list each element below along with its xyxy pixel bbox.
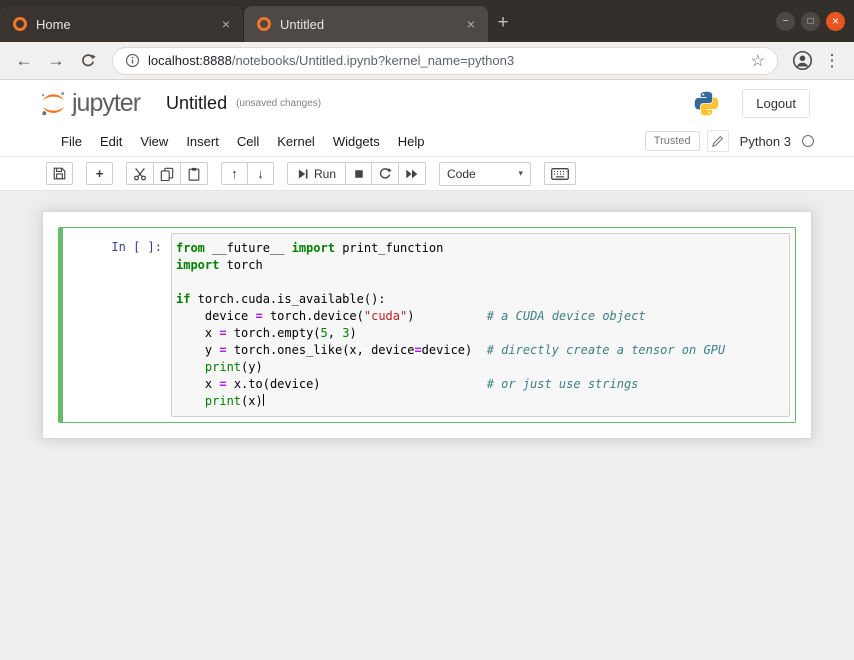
restart-kernel-button[interactable] — [371, 162, 400, 185]
url-host: localhost:8888 — [148, 53, 232, 68]
minimize-button[interactable]: − — [776, 11, 795, 31]
tab-home-title: Home — [36, 16, 71, 32]
browser-window: Home × Untitled × + − □ × ← → localhost:… — [0, 0, 854, 660]
move-cell-down-button[interactable]: ↓ — [247, 162, 274, 185]
run-button[interactable]: Run — [287, 162, 347, 185]
fast-forward-icon — [406, 169, 418, 178]
copy-cell-button[interactable] — [153, 162, 181, 185]
restart-icon — [379, 167, 392, 179]
python-logo-icon — [693, 90, 720, 117]
close-window-button[interactable]: × — [826, 11, 845, 31]
tab-untitled[interactable]: Untitled × — [244, 6, 488, 42]
input-prompt: In [ ]: — [111, 240, 162, 254]
jupyter-logo[interactable]: jupyter — [40, 88, 141, 118]
pencil-icon — [712, 135, 724, 147]
reload-icon[interactable] — [74, 47, 102, 75]
floppy-icon — [53, 167, 66, 180]
jupyter-logo-text: jupyter — [72, 88, 141, 117]
menu-bar: File Edit View Insert Cell Kernel Widget… — [0, 126, 854, 157]
url-path: /notebooks/Untitled.ipynb?kernel_name=py… — [231, 53, 515, 68]
caret-down-icon: ▾ — [518, 168, 524, 178]
jupyter-favicon-icon — [13, 17, 27, 31]
profile-avatar-icon[interactable] — [788, 47, 816, 75]
kernel-idle-icon — [802, 135, 814, 147]
cell-type-select[interactable]: Code ▾ — [439, 161, 532, 186]
browser-menu-icon[interactable]: ⋮ — [820, 51, 844, 71]
notebook-toolbar: + ↑ ↓ Run Code ▾ — [0, 157, 854, 191]
code-lines: from __future__ import print_function imp… — [176, 241, 726, 408]
new-tab-button[interactable]: + — [488, 6, 518, 42]
tab-strip: Home × Untitled × + − □ × — [0, 0, 854, 42]
jupyter-header: jupyter Untitled (unsaved changes) Logou… — [0, 80, 854, 126]
url-text: localhost:8888/notebooks/Untitled.ipynb?… — [148, 53, 514, 68]
menu-kernel[interactable]: Kernel — [268, 134, 324, 149]
jupyter-favicon-icon — [257, 17, 271, 31]
menu-view[interactable]: View — [131, 134, 177, 149]
bookmark-star-icon[interactable]: ☆ — [751, 51, 765, 71]
step-forward-icon — [298, 169, 308, 178]
url-input[interactable]: localhost:8888/notebooks/Untitled.ipynb?… — [112, 46, 778, 75]
paste-cell-button[interactable] — [180, 162, 208, 185]
logout-button[interactable]: Logout — [742, 88, 810, 118]
code-cell[interactable]: In [ ]: from __future__ import print_fun… — [58, 227, 796, 423]
command-palette-button[interactable] — [544, 162, 577, 185]
forward-icon[interactable]: → — [42, 47, 70, 75]
window-controls: − □ × — [776, 0, 854, 42]
move-cell-group: ↑ ↓ — [221, 162, 274, 185]
down-arrow-icon: ↓ — [257, 166, 264, 181]
menu-insert[interactable]: Insert — [177, 134, 228, 149]
keyboard-icon — [551, 167, 569, 180]
trusted-button[interactable]: Trusted — [644, 131, 700, 151]
back-icon[interactable]: ← — [10, 47, 38, 75]
edit-mode-indicator — [706, 130, 729, 152]
run-group: Run — [287, 162, 427, 185]
jupyter-logo-icon — [41, 91, 65, 115]
kernel-name: Python 3 — [739, 133, 791, 149]
interrupt-kernel-button[interactable] — [345, 162, 373, 185]
run-label: Run — [314, 166, 337, 181]
address-bar: ← → localhost:8888/notebooks/Untitled.ip… — [0, 42, 854, 80]
save-button[interactable] — [46, 162, 73, 185]
code-editor[interactable]: from __future__ import print_function imp… — [171, 233, 790, 417]
menu-help[interactable]: Help — [389, 134, 434, 149]
menu-edit[interactable]: Edit — [91, 134, 131, 149]
maximize-button[interactable]: □ — [801, 11, 820, 31]
cut-cell-button[interactable] — [126, 162, 154, 185]
close-tab-icon[interactable]: × — [462, 15, 480, 33]
kernel-indicator-area: Trusted Python 3 — [644, 130, 814, 152]
scissors-icon — [134, 167, 146, 180]
close-tab-icon[interactable]: × — [217, 15, 235, 33]
menu-cell[interactable]: Cell — [228, 134, 268, 149]
reload-icon — [82, 53, 96, 66]
notebook-area: In [ ]: from __future__ import print_fun… — [0, 191, 854, 660]
notebook-title[interactable]: Untitled — [166, 93, 227, 114]
move-cell-up-button[interactable]: ↑ — [221, 162, 248, 185]
menu-widgets[interactable]: Widgets — [324, 134, 389, 149]
cell-type-value: Code — [447, 166, 476, 181]
add-cell-button[interactable]: + — [86, 162, 113, 185]
copy-icon — [160, 167, 174, 181]
notebook-container: In [ ]: from __future__ import print_fun… — [42, 211, 812, 439]
tab-untitled-title: Untitled — [280, 16, 325, 32]
site-info-icon[interactable] — [125, 53, 140, 68]
person-icon — [792, 50, 812, 71]
paste-icon — [188, 167, 200, 181]
checkpoint-status: (unsaved changes) — [236, 97, 322, 109]
restart-run-all-button[interactable] — [398, 162, 427, 185]
stop-icon — [354, 169, 363, 178]
tab-home[interactable]: Home × — [0, 6, 244, 42]
menu-file[interactable]: File — [52, 134, 91, 149]
clipboard-group — [126, 162, 208, 185]
plus-icon: + — [95, 166, 104, 181]
up-arrow-icon: ↑ — [231, 166, 238, 181]
